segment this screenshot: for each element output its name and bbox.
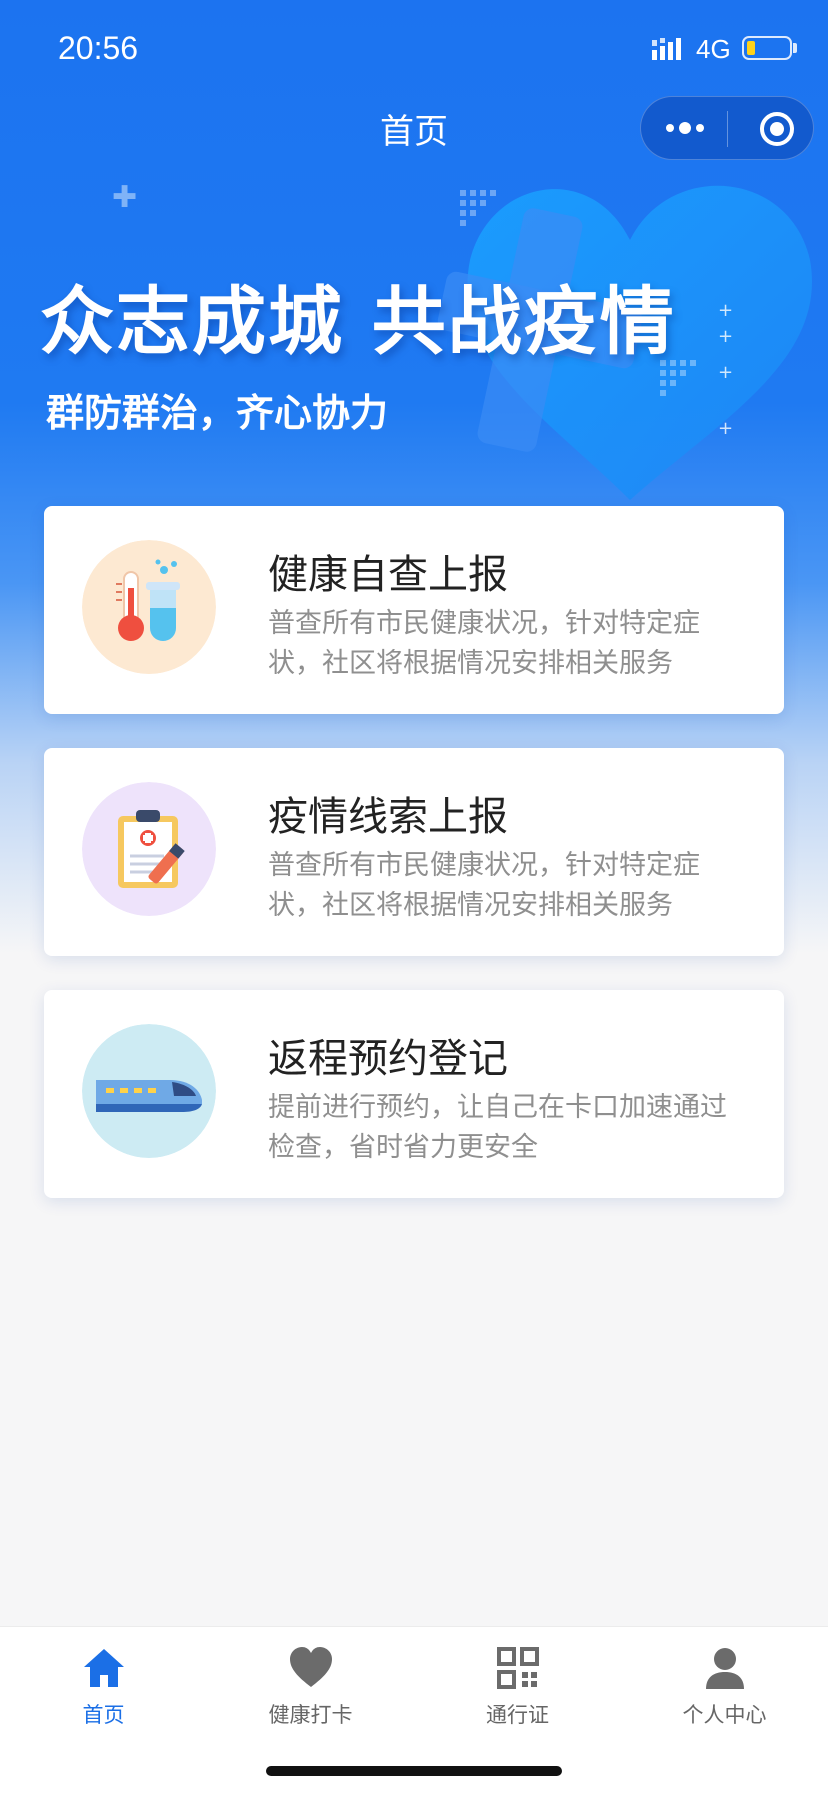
tab-label: 个人中心 — [682, 1703, 767, 1727]
tab-health-checkin[interactable]: 健康打卡 — [207, 1635, 414, 1745]
tab-home[interactable]: 首页 — [0, 1635, 207, 1745]
tab-label: 通行证 — [486, 1703, 549, 1727]
card-title: 返程预约登记 — [268, 1036, 508, 1082]
more-icon[interactable] — [663, 113, 707, 143]
signal-icon — [652, 38, 681, 60]
svg-text:+: + — [718, 300, 733, 321]
thermometer-test-tube-icon — [82, 540, 216, 674]
tab-pass[interactable]: 通行证 — [414, 1635, 621, 1745]
card-description: 提前进行预约，让自己在卡口加速通过检查，省时省力更安全 — [268, 1092, 727, 1163]
svg-text:+: + — [718, 326, 733, 347]
card-health-self-check[interactable]: 健康自查上报 普查所有市民健康状况，针对特定症状，社区将根据情况安排相关服务 — [44, 506, 784, 714]
home-indicator — [266, 1766, 562, 1776]
home-icon — [84, 1649, 124, 1687]
card-description: 普查所有市民健康状况，针对特定症状，社区将根据情况安排相关服务 — [268, 608, 700, 679]
svg-text:+: + — [718, 362, 733, 383]
qr-code-icon — [497, 1647, 539, 1689]
battery-icon — [742, 36, 792, 60]
user-icon — [706, 1648, 744, 1689]
battery-tip — [793, 43, 797, 53]
card-description: 普查所有市民健康状况，针对特定症状，社区将根据情况安排相关服务 — [268, 850, 700, 921]
clipboard-pen-icon — [82, 782, 216, 916]
bullet-train-icon — [82, 1024, 216, 1158]
tab-label: 首页 — [82, 1703, 125, 1727]
status-time: 20:56 — [58, 30, 139, 66]
network-type: 4G — [696, 34, 731, 64]
card-epidemic-clue-report[interactable]: 疫情线索上报 普查所有市民健康状况，针对特定症状，社区将根据情况安排相关服务 — [44, 748, 784, 956]
card-title: 疫情线索上报 — [268, 794, 508, 840]
close-circle-icon[interactable] — [759, 111, 795, 147]
tab-label: 健康打卡 — [268, 1703, 353, 1727]
card-title: 健康自查上报 — [268, 552, 508, 598]
mini-program-capsule — [640, 96, 814, 160]
plus-decoration-icon: ✚ — [112, 180, 138, 215]
tab-profile[interactable]: 个人中心 — [621, 1635, 828, 1745]
heart-icon — [290, 1647, 332, 1687]
banner-subtitle: 群防群治，齐心协力 — [46, 391, 389, 435]
svg-text:+: + — [718, 418, 733, 439]
capsule-divider — [727, 111, 728, 147]
status-bar: 20:56 4G — [0, 0, 828, 96]
banner-title: 众志成城 共战疫情 — [40, 279, 676, 365]
card-return-trip-booking[interactable]: 返程预约登记 提前进行预约，让自己在卡口加速通过检查，省时省力更安全 — [44, 990, 784, 1198]
